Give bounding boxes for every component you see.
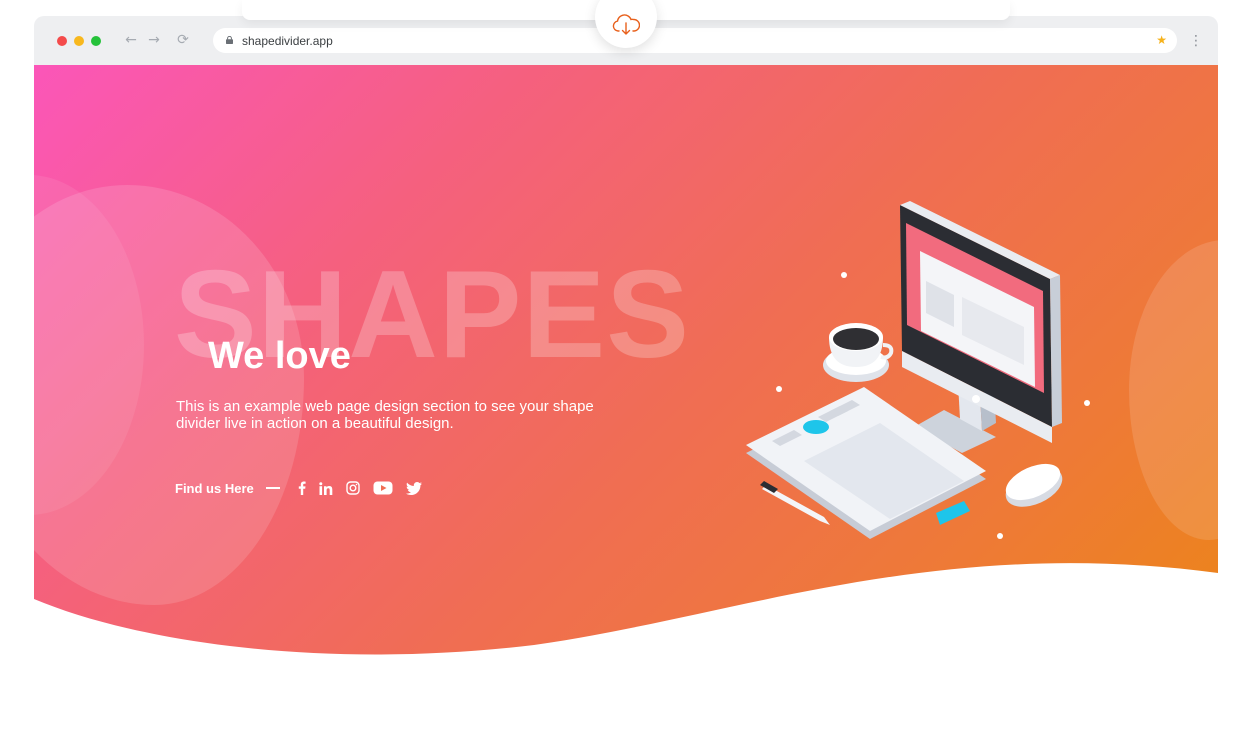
close-window-button[interactable] bbox=[57, 36, 67, 46]
reload-icon[interactable]: ⟳ bbox=[174, 31, 192, 49]
forward-arrow-icon[interactable]: → bbox=[145, 31, 163, 49]
lock-icon bbox=[226, 36, 233, 44]
address-bar[interactable]: shapedivider.app ★ bbox=[213, 28, 1177, 53]
hero-section: SHAPES We love This is an example web pa… bbox=[34, 65, 1218, 656]
maximize-window-button[interactable] bbox=[91, 36, 101, 46]
back-arrow-icon[interactable]: ← bbox=[122, 31, 140, 49]
cloud-download-icon bbox=[612, 14, 640, 35]
browser-menu-icon[interactable]: ⋮ bbox=[1189, 32, 1203, 50]
bookmark-star-icon[interactable]: ★ bbox=[1156, 31, 1167, 49]
shape-divider-wave bbox=[34, 563, 1218, 656]
url-text: shapedivider.app bbox=[242, 34, 333, 48]
minimize-window-button[interactable] bbox=[74, 36, 84, 46]
browser-window: ← → ⟳ shapedivider.app ★ ⋮ SHAPES We lov… bbox=[34, 16, 1218, 656]
